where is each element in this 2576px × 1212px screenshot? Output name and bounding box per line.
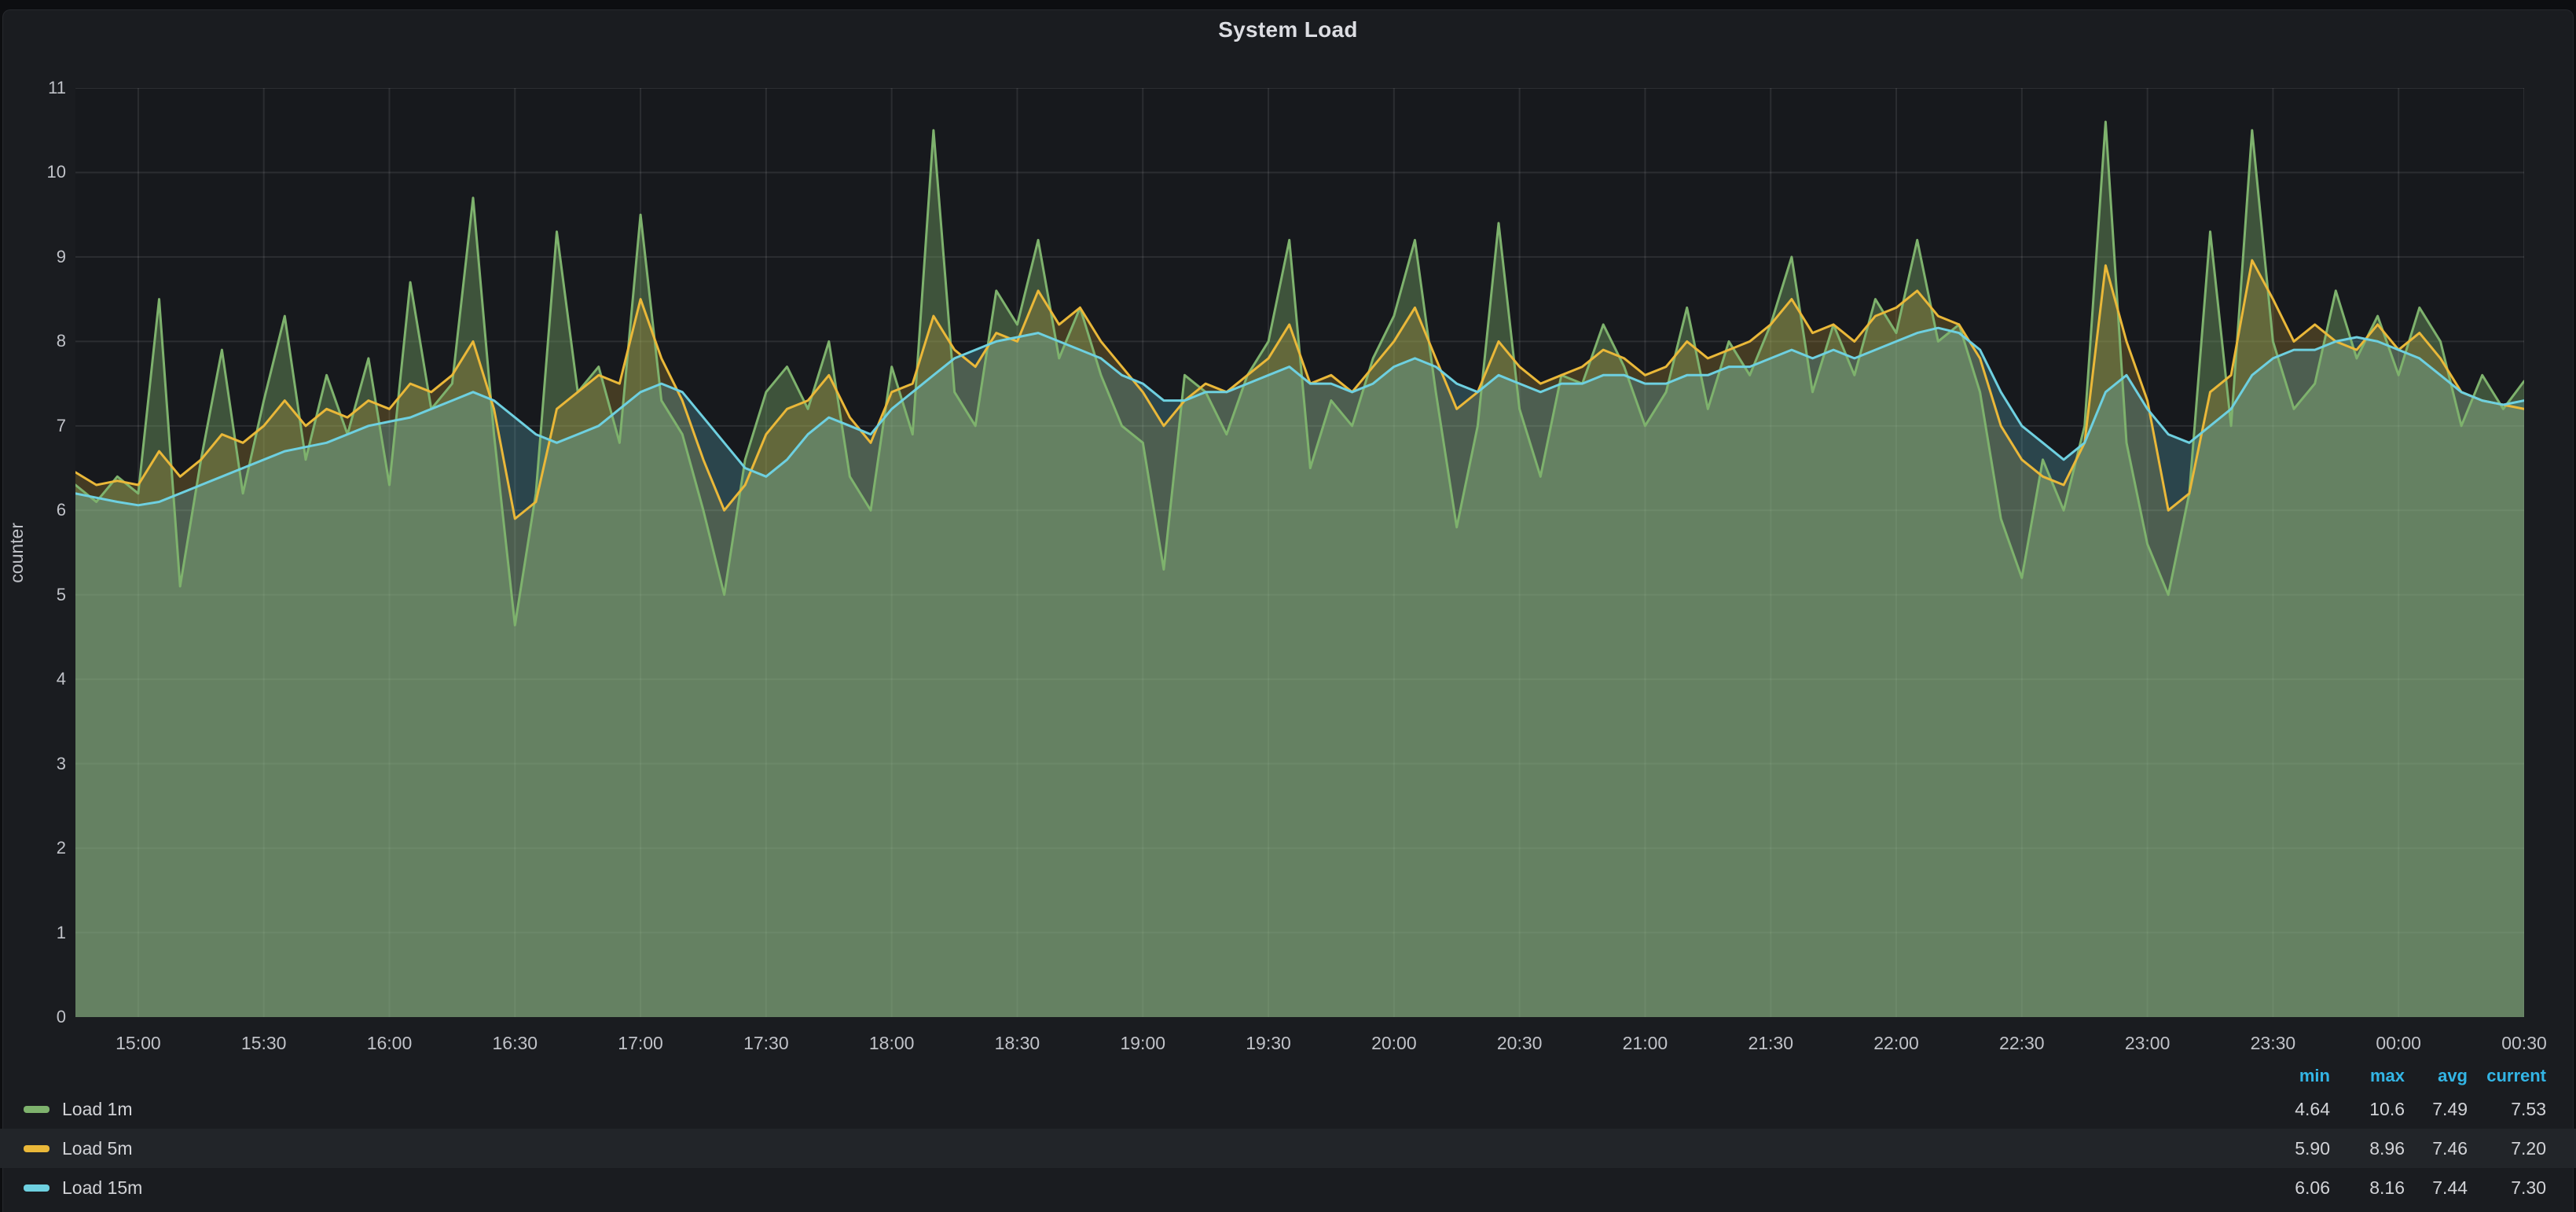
legend-stat-current: 7.53 (2468, 1099, 2546, 1120)
x-tick-label: 20:30 (1465, 1031, 1575, 1055)
x-tick-label: 22:30 (1967, 1031, 2077, 1055)
y-axis-label: counter (6, 523, 28, 583)
legend-col-avg[interactable]: avg (2405, 1066, 2468, 1086)
legend-item-load-15m: Load 15m 6.068.167.447.30 (0, 1168, 2576, 1207)
legend-stat-max: 8.16 (2330, 1177, 2405, 1199)
legend-header: min max avg current (0, 1063, 2576, 1089)
legend-col-current[interactable]: current (2468, 1066, 2546, 1086)
y-tick-label: 3 (0, 753, 66, 775)
legend-stat-min: 6.06 (2244, 1177, 2330, 1199)
graph-canvas[interactable] (75, 88, 2524, 1017)
x-tick-label: 23:00 (2093, 1031, 2203, 1055)
legend-swatch-icon[interactable] (24, 1184, 50, 1192)
y-tick-label: 9 (0, 246, 66, 268)
y-tick-label: 4 (0, 668, 66, 690)
legend-stat-min: 5.90 (2244, 1138, 2330, 1159)
x-tick-label: 19:00 (1088, 1031, 1198, 1055)
legend-col-min[interactable]: min (2244, 1066, 2330, 1086)
x-tick-label: 17:30 (711, 1031, 821, 1055)
y-tick-label: 10 (0, 161, 66, 183)
legend-stat-max: 8.96 (2330, 1138, 2405, 1159)
x-tick-label: 16:30 (460, 1031, 570, 1055)
y-tick-label: 7 (0, 415, 66, 437)
legend-stat-current: 7.30 (2468, 1177, 2546, 1199)
x-tick-label: 15:00 (83, 1031, 193, 1055)
legend-series-label[interactable]: Load 5m (62, 1138, 133, 1159)
legend: min max avg current Load 1m4.6410.67.497… (0, 1063, 2576, 1207)
legend-item-load-5m: Load 5m 5.908.967.467.20 (0, 1129, 2576, 1168)
x-tick-label: 21:00 (1590, 1031, 1700, 1055)
legend-swatch-icon[interactable] (24, 1106, 50, 1113)
legend-stat-avg: 7.46 (2405, 1138, 2468, 1159)
y-tick-label: 6 (0, 499, 66, 521)
legend-series-toggle-load-5m[interactable]: Load 5m (0, 1138, 2244, 1159)
x-tick-label: 17:00 (585, 1031, 695, 1055)
x-tick-label: 15:30 (209, 1031, 319, 1055)
legend-stat-min: 4.64 (2244, 1099, 2330, 1120)
y-axis: counter (3, 88, 30, 1017)
y-tick-label: 0 (0, 1006, 66, 1028)
x-tick-label: 22:00 (1841, 1031, 1951, 1055)
legend-swatch-icon[interactable] (24, 1145, 50, 1152)
x-tick-label: 20:00 (1339, 1031, 1449, 1055)
x-tick-label: 00:00 (2343, 1031, 2453, 1055)
x-tick-label: 18:00 (837, 1031, 947, 1055)
y-tick-label: 1 (0, 922, 66, 944)
legend-col-max[interactable]: max (2330, 1066, 2405, 1086)
legend-stat-current: 7.20 (2468, 1138, 2546, 1159)
x-tick-label: 21:30 (1715, 1031, 1826, 1055)
legend-series-toggle-load-15m[interactable]: Load 15m (0, 1177, 2244, 1199)
x-tick-label: 23:30 (2218, 1031, 2328, 1055)
panel-title[interactable]: System Load (0, 17, 2576, 42)
y-tick-label: 5 (0, 584, 66, 606)
legend-series-label[interactable]: Load 1m (62, 1099, 133, 1120)
x-tick-label: 00:30 (2469, 1031, 2576, 1055)
x-tick-label: 16:00 (334, 1031, 444, 1055)
legend-stat-avg: 7.49 (2405, 1099, 2468, 1120)
y-tick-label: 8 (0, 330, 66, 352)
legend-series-label[interactable]: Load 15m (62, 1177, 142, 1199)
legend-item-load-1m: Load 1m 4.6410.67.497.53 (0, 1089, 2576, 1129)
legend-rows: Load 1m4.6410.67.497.53Load 5m5.908.967.… (0, 1089, 2576, 1207)
x-tick-label: 18:30 (962, 1031, 1072, 1055)
series-load-15m-area (75, 328, 2524, 1017)
dashboard-page: System Load counter 0 1 2 3 4 5 6 7 8 9 10 11 15:00… (0, 0, 2576, 1212)
x-tick-label: 19:30 (1213, 1031, 1323, 1055)
legend-stat-avg: 7.44 (2405, 1177, 2468, 1199)
y-tick-label: 11 (0, 77, 66, 99)
legend-series-toggle-load-1m[interactable]: Load 1m (0, 1099, 2244, 1120)
y-tick-label: 2 (0, 837, 66, 859)
legend-stat-max: 10.6 (2330, 1099, 2405, 1120)
